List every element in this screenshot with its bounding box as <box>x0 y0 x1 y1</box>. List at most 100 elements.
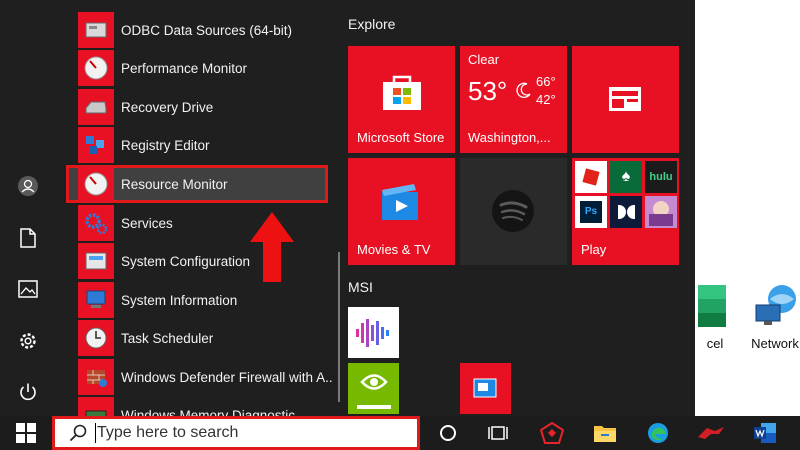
audio-wave-icon <box>356 319 389 347</box>
firewall-icon <box>87 370 107 387</box>
app-item-system-information[interactable]: System Information <box>78 282 328 318</box>
nvidia-wordmark <box>348 405 399 411</box>
tile-movies-tv[interactable]: Movies & TV <box>348 158 455 265</box>
app-label: System Information <box>121 292 238 308</box>
msi-dragon-icon <box>698 427 724 439</box>
desktop-icon-label: cel <box>706 336 724 351</box>
tile-nvidia[interactable] <box>348 363 399 414</box>
app-label: Windows Defender Firewall with A... <box>121 369 332 385</box>
group-title-explore: Explore <box>348 16 396 32</box>
documents-button[interactable] <box>14 224 42 252</box>
dragon-center-icon <box>540 422 564 444</box>
tile-area: Explore Microsoft Store Clear 53° 66° 42… <box>340 0 695 416</box>
app-label: Windows Memory Diagnostic <box>121 407 296 417</box>
moon-icon <box>516 82 531 98</box>
solitaire-icon: ♠ <box>610 161 642 193</box>
tile-spotify[interactable] <box>460 158 567 265</box>
performance-monitor-icon <box>84 56 108 80</box>
document-icon <box>20 228 36 248</box>
cortana-button[interactable] <box>428 416 468 450</box>
store-bag-icon <box>383 75 421 110</box>
weather-high: 66° <box>536 74 556 89</box>
app-item-odbc[interactable]: ODBC Data Sources (64-bit) <box>78 12 328 48</box>
app-item-firewall[interactable]: Windows Defender Firewall with A... <box>78 359 332 395</box>
search-icon <box>69 424 87 442</box>
tile-news[interactable] <box>572 46 679 153</box>
tile-label: Movies & TV <box>357 242 431 257</box>
pictures-icon <box>18 280 38 298</box>
start-button[interactable] <box>6 416 46 450</box>
photoshop-icon: Ps <box>575 196 607 228</box>
tile-nahimic[interactable] <box>348 307 399 358</box>
app-item-performance-monitor[interactable]: Performance Monitor <box>78 50 328 86</box>
start-menu: ODBC Data Sources (64-bit) Performance M… <box>0 0 695 416</box>
hulu-icon: hulu <box>645 161 677 193</box>
word-icon <box>754 423 776 443</box>
memory-diagnostic-icon <box>85 410 107 416</box>
app-item-recovery-drive[interactable]: Recovery Drive <box>78 89 328 125</box>
tile-microsoft-store[interactable]: Microsoft Store <box>348 46 455 153</box>
app-item-memory-diagnostic[interactable]: Windows Memory Diagnostic <box>78 397 328 416</box>
taskbar-app-msi-center[interactable] <box>691 416 731 450</box>
power-button[interactable] <box>14 378 42 406</box>
app-label: Services <box>121 215 173 231</box>
weather-low: 42° <box>536 92 556 107</box>
settings-button[interactable] <box>14 327 42 355</box>
app-label: Registry Editor <box>121 137 210 153</box>
user-account-button[interactable] <box>14 172 42 200</box>
spotify-icon <box>492 190 534 232</box>
dolby-icon <box>610 196 642 228</box>
desktop-icon-label: Network <box>751 336 799 351</box>
task-scheduler-icon <box>85 327 107 349</box>
windows-logo-icon <box>16 423 36 443</box>
registry-editor-icon <box>86 136 104 154</box>
app-label: Recovery Drive <box>121 99 214 115</box>
taskbar-app-file-explorer[interactable] <box>585 416 625 450</box>
movies-tv-icon <box>382 184 418 220</box>
app-item-task-scheduler[interactable]: Task Scheduler <box>78 320 328 356</box>
weather-condition: Clear <box>468 52 500 67</box>
edge-icon <box>648 423 668 443</box>
app-label: Resource Monitor <box>121 176 228 192</box>
power-icon <box>20 383 36 401</box>
taskbar-app-edge[interactable] <box>638 416 678 450</box>
msi-app-icon <box>473 378 497 398</box>
weather-location: Washington,... <box>468 130 551 145</box>
user-icon <box>18 176 38 196</box>
text-cursor <box>95 423 96 443</box>
desktop-icon-network[interactable]: Network <box>740 283 800 351</box>
tile-weather[interactable]: Clear 53° 66° 42° Washington,... <box>460 46 567 153</box>
search-placeholder: Type here to search <box>97 424 239 441</box>
app-item-resource-monitor[interactable]: Resource Monitor <box>66 165 328 203</box>
settings-icon <box>20 333 36 349</box>
pictures-button[interactable] <box>14 275 42 303</box>
tile-msi-app[interactable] <box>460 363 511 414</box>
taskbar-app-word[interactable] <box>745 416 785 450</box>
weather-temperature: 53° <box>468 76 508 106</box>
services-icon <box>85 213 108 235</box>
cortana-icon <box>440 425 456 441</box>
search-input[interactable]: Type here to search <box>52 416 420 450</box>
tile-label: Microsoft Store <box>357 130 445 145</box>
taskbar: Type here to search <box>0 416 800 450</box>
tile-play[interactable]: ♠ hulu Ps Play <box>572 158 679 265</box>
group-title-msi: MSI <box>348 279 373 295</box>
network-icon <box>755 285 796 325</box>
system-configuration-icon <box>85 252 107 270</box>
news-icon <box>609 87 641 111</box>
system-information-icon <box>86 290 106 308</box>
taskbar-app-dragon-center[interactable] <box>532 416 572 450</box>
task-view-icon <box>488 426 508 440</box>
tile-label: Play <box>581 242 607 257</box>
resource-monitor-icon <box>84 172 108 196</box>
app-label: Task Scheduler <box>121 330 214 346</box>
app-item-registry-editor[interactable]: Registry Editor <box>78 127 328 163</box>
app-list: ODBC Data Sources (64-bit) Performance M… <box>66 0 332 416</box>
task-view-button[interactable] <box>478 416 518 450</box>
odbc-icon <box>85 22 107 38</box>
nvidia-icon <box>360 374 388 390</box>
app-label: ODBC Data Sources (64-bit) <box>121 22 293 38</box>
up-arrow-icon <box>250 212 294 282</box>
app-label: Performance Monitor <box>121 60 248 76</box>
start-left-rail <box>0 0 58 416</box>
